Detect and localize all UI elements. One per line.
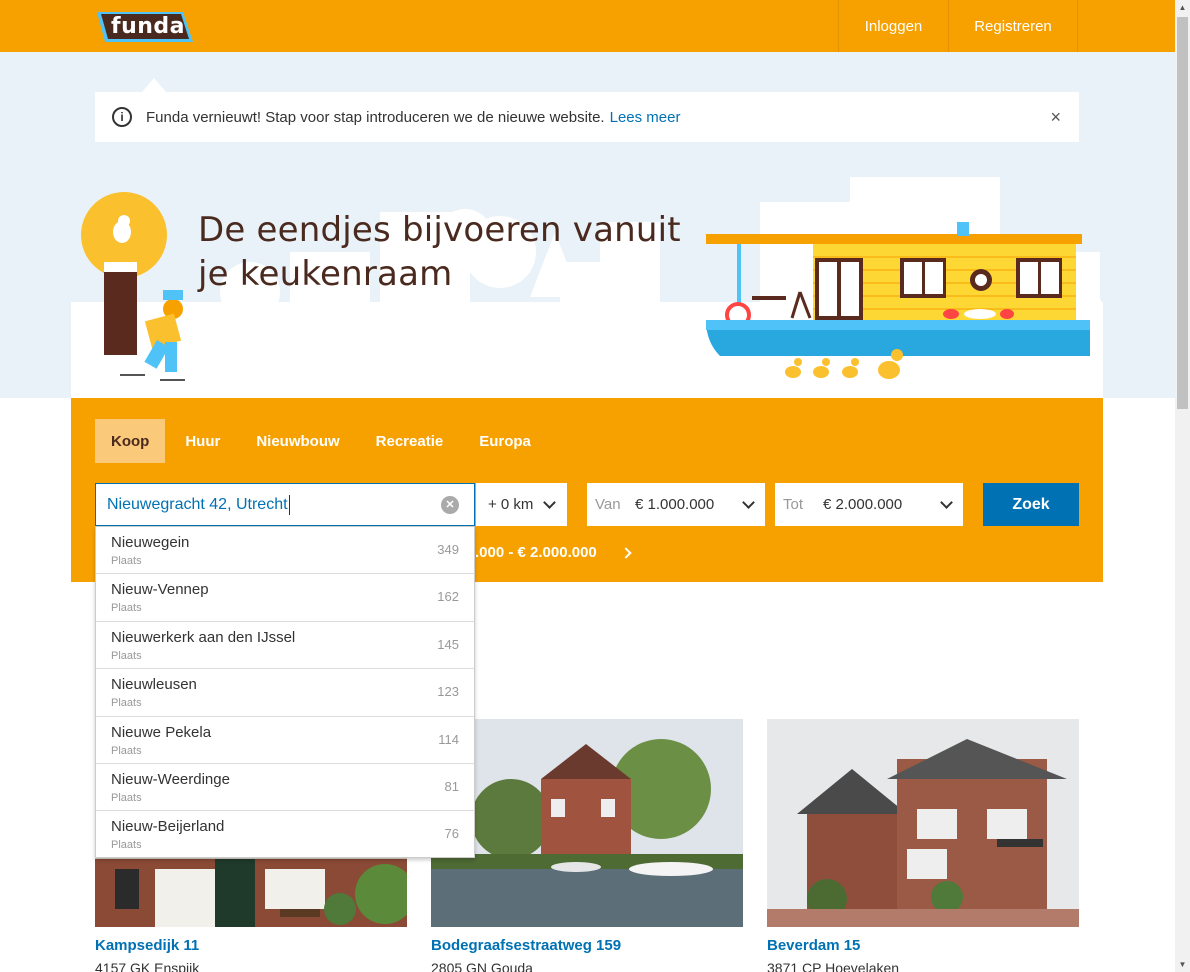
suggestion-item[interactable]: Nieuw-Beijerland Plaats 76 bbox=[96, 811, 474, 858]
close-icon[interactable]: × bbox=[1050, 107, 1061, 128]
suggestion-name: Nieuwerkerk aan den IJssel bbox=[111, 628, 296, 646]
chevron-right-icon bbox=[620, 547, 632, 559]
suggestion-type: Plaats bbox=[111, 602, 142, 615]
listing-title[interactable]: Kampsedijk 11 bbox=[95, 937, 407, 954]
suggestion-type: Plaats bbox=[111, 555, 142, 567]
scroll-down-arrow-icon[interactable]: ▼ bbox=[1175, 957, 1190, 972]
tab-nieuwbouw[interactable]: Nieuwbouw bbox=[240, 419, 355, 463]
suggestions-dropdown: Nieuwegein Plaats 349 Nieuw-Vennep Plaat… bbox=[95, 526, 475, 858]
radius-value: + 0 km bbox=[488, 496, 534, 513]
suggestion-count: 123 bbox=[437, 684, 459, 700]
scroll-thumb[interactable] bbox=[1177, 17, 1188, 409]
suggestion-count: 76 bbox=[444, 826, 459, 842]
tab-huur[interactable]: Huur bbox=[169, 419, 236, 463]
tab-koop[interactable]: Koop bbox=[95, 419, 166, 463]
search-query-text: Nieuwegracht 42, Utrecht bbox=[107, 495, 288, 513]
suggestion-name: Nieuw-Weerdinge bbox=[111, 770, 230, 788]
listing-subtitle: 4157 GK Enspijk bbox=[95, 960, 200, 972]
suggestion-name: Nieuw-Vennep bbox=[111, 581, 209, 599]
suggestion-count: 145 bbox=[437, 636, 459, 652]
suggestion-name: Nieuwe Pekela bbox=[111, 723, 212, 741]
page-scrollbar[interactable]: ▲ ▼ bbox=[1175, 0, 1190, 972]
price-summary-link[interactable]: .000 - € 2.000.000 bbox=[475, 544, 597, 561]
notice-bar: i Funda vernieuwt! Stap voor stap introd… bbox=[95, 92, 1079, 142]
search-button[interactable]: Zoek bbox=[983, 483, 1079, 526]
scroll-up-arrow-icon[interactable]: ▲ bbox=[1175, 0, 1190, 15]
suggestion-type: Plaats bbox=[111, 839, 142, 852]
listing-photo[interactable] bbox=[767, 719, 1079, 927]
price-from-value: € 1.000.000 bbox=[635, 496, 715, 513]
clear-icon[interactable]: ✕ bbox=[441, 496, 459, 514]
suggestion-item[interactable]: Nieuwerkerk aan den IJssel Plaats 145 bbox=[96, 622, 474, 670]
price-from-label: Van bbox=[595, 496, 621, 513]
suggestion-type: Plaats bbox=[111, 649, 142, 662]
chevron-down-icon bbox=[543, 496, 556, 509]
listing-card[interactable]: Bodegraafsestraatweg 159 2805 GN Gouda bbox=[431, 719, 743, 972]
listing-subtitle: 3871 CP Hoevelaken bbox=[767, 960, 900, 972]
notice-read-more-link[interactable]: Lees meer bbox=[610, 109, 681, 126]
logo-text: funda bbox=[111, 14, 185, 39]
suggestion-item[interactable]: Nieuw-Weerdinge Plaats 81 bbox=[96, 764, 474, 812]
top-header: funda Inloggen Registreren bbox=[0, 0, 1175, 52]
suggestion-item[interactable]: Nieuwe Pekela Plaats 114 bbox=[96, 717, 474, 764]
suggestion-item[interactable]: Nieuwleusen Plaats 123 bbox=[96, 669, 474, 717]
account-nav: Inloggen Registreren bbox=[838, 0, 1078, 52]
price-from-select[interactable]: Van € 1.000.000 bbox=[587, 483, 765, 526]
suggestion-type: Plaats bbox=[111, 697, 142, 710]
price-to-select[interactable]: Tot € 2.000.000 bbox=[775, 483, 963, 526]
suggestion-name: Nieuwegein bbox=[111, 534, 190, 551]
funda-logo[interactable]: funda bbox=[95, 8, 195, 44]
tab-recreatie[interactable]: Recreatie bbox=[360, 419, 460, 463]
suggestion-count: 81 bbox=[444, 778, 459, 794]
listing-card[interactable]: Beverdam 15 3871 CP Hoevelaken bbox=[767, 719, 1079, 972]
suggestion-count: 349 bbox=[437, 542, 459, 557]
register-link[interactable]: Registreren bbox=[948, 0, 1078, 52]
hero-title: De eendjes bijvoeren vanuit je keukenraa… bbox=[198, 210, 681, 294]
radius-select[interactable]: + 0 km bbox=[476, 483, 567, 526]
search-tabs: Koop Huur Nieuwbouw Recreatie Europa bbox=[95, 419, 551, 463]
chevron-down-icon bbox=[742, 496, 755, 509]
house-photo-image bbox=[431, 719, 743, 927]
suggestion-item[interactable]: Nieuwegein Plaats 349 bbox=[96, 527, 474, 575]
listing-title[interactable]: Bodegraafsestraatweg 159 bbox=[431, 937, 743, 954]
suggestion-count: 114 bbox=[438, 731, 459, 747]
info-icon: i bbox=[112, 107, 132, 127]
house-photo-image bbox=[767, 719, 1079, 927]
notice-text: Funda vernieuwt! Stap voor stap introduc… bbox=[146, 108, 605, 126]
listing-title[interactable]: Beverdam 15 bbox=[767, 937, 1079, 954]
chevron-down-icon bbox=[940, 496, 953, 509]
text-cursor bbox=[288, 494, 290, 515]
suggestion-count: 162 bbox=[437, 589, 459, 605]
suggestion-type: Plaats bbox=[111, 744, 142, 757]
location-search-input[interactable]: Nieuwegracht 42, Utrecht ✕ bbox=[95, 483, 475, 526]
suggestion-name: Nieuw-Beijerland bbox=[111, 818, 225, 836]
listing-subtitle: 2805 GN Gouda bbox=[431, 960, 533, 972]
tab-europa[interactable]: Europa bbox=[463, 419, 547, 463]
suggestion-name: Nieuwleusen bbox=[111, 676, 197, 694]
listing-photo[interactable] bbox=[431, 719, 743, 927]
price-to-label: Tot bbox=[783, 496, 804, 513]
login-link[interactable]: Inloggen bbox=[838, 0, 948, 52]
price-to-value: € 2.000.000 bbox=[823, 496, 903, 513]
notice-caret bbox=[142, 78, 166, 92]
suggestion-item[interactable]: Nieuw-Vennep Plaats 162 bbox=[96, 574, 474, 622]
suggestion-type: Plaats bbox=[111, 791, 142, 804]
